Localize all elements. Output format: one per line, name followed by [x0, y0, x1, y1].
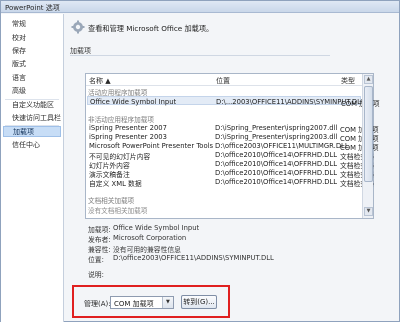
addin-name: iSpring Presenter 2003: [89, 133, 167, 141]
table-row[interactable]: 幻灯片外内容 D:\office2010\Office14\OFFRHD.DLL…: [87, 159, 374, 170]
table-row[interactable]: 不可见的幻灯片内容 D:\office2010\Office14\OFFRHD.…: [87, 150, 374, 161]
detail-location-value: D:\office2003\OFFICE11\ADDINS\SYMINPUT.D…: [113, 254, 274, 262]
powerpoint-options-dialog: PowerPoint 选项 常规 校对 保存 版式 语言 高级 自定义功能区 快…: [0, 0, 400, 322]
addin-location: D:\office2010\Office14\OFFRHD.DLL: [215, 169, 338, 177]
window-title: PowerPoint 选项: [5, 4, 60, 12]
table-row[interactable]: Microsoft PowerPoint Presenter Tools D:\…: [87, 141, 379, 152]
manage-dropdown[interactable]: COM 加载项 ▼: [110, 296, 174, 309]
addin-name: iSpring Presenter 2007: [89, 124, 167, 132]
chevron-down-icon[interactable]: ▼: [162, 297, 173, 308]
panel-header: 查看和管理 Microsoft Office 加载项。: [88, 24, 214, 33]
addin-location: D:\iSpring_Presenter\ispring2003.dll: [215, 133, 338, 141]
addin-name: 自定义 XML 数据: [89, 180, 142, 188]
addin-type: COM 加载项: [341, 100, 380, 108]
addin-name: Office Wide Symbol Input: [90, 98, 177, 106]
manage-dropdown-value: COM 加载项: [114, 300, 154, 308]
detail-compat-value: 没有可用的兼容性信息: [113, 246, 181, 254]
sidebar-item-language[interactable]: 语言: [3, 73, 61, 84]
addin-location: D:\office2010\Office14\OFFRHD.DLL: [215, 178, 338, 186]
addin-name: Microsoft PowerPoint Presenter Tools: [89, 142, 214, 150]
table-row[interactable]: Office Wide Symbol Input D:\...2003\OFFI…: [87, 96, 380, 108]
addins-gear-icon: [71, 20, 85, 34]
detail-publisher-value: Microsoft Corporation: [113, 234, 187, 242]
sidebar-item-layout[interactable]: 版式: [3, 59, 61, 70]
sidebar-item-proofing[interactable]: 校对: [3, 33, 61, 44]
go-button[interactable]: 转到(G)...: [181, 295, 217, 309]
sidebar-item-save[interactable]: 保存: [3, 46, 61, 57]
empty-group-note: 没有文档相关加载项: [88, 207, 148, 215]
scroll-up-icon[interactable]: ▲: [364, 75, 373, 84]
sidebar-item-general[interactable]: 常规: [3, 19, 61, 30]
sidebar-item-advanced[interactable]: 高级: [3, 86, 61, 97]
detail-addin-value: Office Wide Symbol Input: [113, 224, 200, 232]
scroll-down-icon[interactable]: ▼: [364, 207, 373, 216]
manage-label: 管理(A):: [84, 300, 111, 308]
sidebar-item-quick-access-toolbar[interactable]: 快速访问工具栏: [3, 113, 61, 124]
title-bar: PowerPoint 选项: [1, 1, 399, 13]
addins-panel: 查看和管理 Microsoft Office 加载项。 加载项 名称 ▲ 位置 …: [68, 14, 398, 322]
sidebar-item-addins[interactable]: 加载项: [3, 126, 61, 137]
header-divider: [86, 85, 362, 86]
options-sidebar: 常规 校对 保存 版式 语言 高级 自定义功能区 快速访问工具栏 加载项 信任中…: [1, 14, 64, 322]
table-row[interactable]: 演示文稿备注 D:\office2010\Office14\OFFRHD.DLL…: [87, 168, 374, 179]
group-title-document: 文档相关加载项: [88, 197, 135, 205]
detail-desc-key: 说明:: [88, 271, 104, 279]
scroll-thumb[interactable]: [364, 86, 373, 182]
addin-location: D:\iSpring_Presenter\ispring2007.dll: [215, 124, 338, 132]
table-row[interactable]: 自定义 XML 数据 D:\office2010\Office14\OFFRHD…: [87, 177, 374, 188]
list-scrollbar[interactable]: ▲ ▼: [362, 74, 373, 218]
manage-highlight-box: 管理(A): COM 加载项 ▼ 转到(G)...: [72, 285, 230, 318]
addins-list: 名称 ▲ 位置 类型 活动应用程序加载项 Office Wide Symbol …: [85, 73, 380, 219]
addin-location: D:\office2003\OFFICE11\MULTIMGR.DLL: [215, 142, 349, 150]
sidebar-item-trust-center[interactable]: 信任中心: [3, 140, 61, 151]
table-row[interactable]: iSpring Presenter 2007 D:\iSpring_Presen…: [87, 123, 379, 134]
addin-location: D:\office2010\Office14\OFFRHD.DLL: [215, 160, 338, 168]
sidebar-item-customize-ribbon[interactable]: 自定义功能区: [3, 100, 61, 111]
addin-location: D:\office2010\Office14\OFFRHD.DLL: [215, 151, 338, 159]
section-divider: [70, 55, 330, 56]
detail-location-key: 位置:: [88, 256, 104, 264]
table-row[interactable]: iSpring Presenter 2003 D:\iSpring_Presen…: [87, 132, 379, 143]
detail-compat-key: 兼容性:: [88, 246, 111, 254]
detail-publisher-key: 发布者:: [88, 236, 111, 244]
detail-addin-key: 加载项:: [88, 226, 111, 234]
